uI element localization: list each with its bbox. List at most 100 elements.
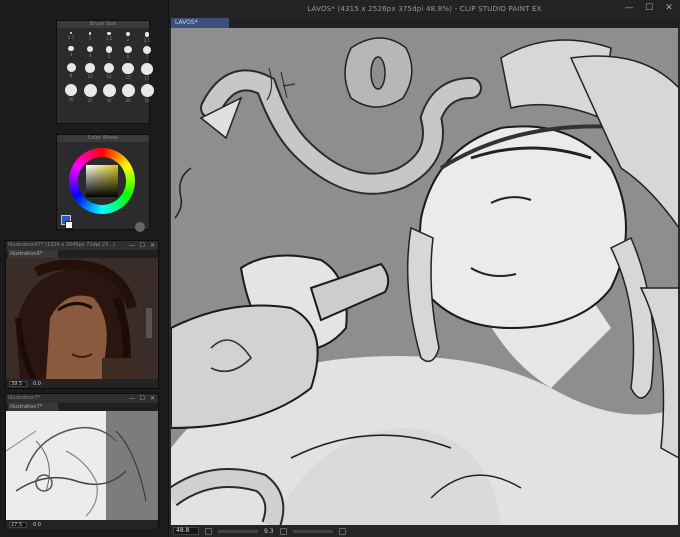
brush-dot-icon bbox=[124, 45, 132, 54]
brush-size-preset[interactable]: 50 bbox=[139, 83, 155, 103]
brush-size-label: 0.7 bbox=[67, 35, 75, 40]
sub-window-1-title-text: illustration67* (1314 x 2049px 72dpi 23.… bbox=[8, 242, 116, 248]
brush-dot-icon bbox=[103, 63, 115, 74]
brush-size-preset[interactable]: 25 bbox=[82, 83, 98, 103]
rotate-left-icon[interactable] bbox=[279, 527, 287, 535]
brush-size-preset[interactable]: 0.7 bbox=[63, 32, 79, 43]
close-button[interactable]: ✕ bbox=[150, 241, 155, 250]
brush-size-label: 15 bbox=[125, 75, 131, 81]
brush-size-preset[interactable]: 8 bbox=[63, 63, 79, 81]
brush-size-grid: 0.7 1 1.5 2 2.5 3 4 5 6 7 8 10 12 15 17 20 25 30 40 50 bbox=[57, 28, 154, 107]
sub1-rotate-value: 0.0 bbox=[33, 380, 41, 387]
transparent-color-icon[interactable] bbox=[135, 222, 145, 232]
tab-illustration7[interactable]: illustration7* bbox=[8, 403, 58, 411]
brush-size-preset[interactable]: 20 bbox=[63, 83, 79, 103]
sub-window-2-title-text: illustration7* bbox=[8, 395, 41, 401]
brush-size-preset[interactable]: 2 bbox=[120, 32, 136, 43]
brush-size-header: Brush Size bbox=[57, 21, 149, 28]
sketch-artwork bbox=[6, 411, 158, 520]
brush-dot-icon bbox=[70, 32, 72, 34]
brush-size-label: 6 bbox=[126, 54, 130, 60]
sub-window-2-title: illustration7* — ☐ ✕ bbox=[6, 394, 158, 403]
brush-size-label: 7 bbox=[145, 55, 149, 61]
sub-window-1: illustration67* (1314 x 2049px 72dpi 23.… bbox=[5, 240, 159, 389]
brush-dot-icon bbox=[68, 45, 74, 52]
close-button[interactable]: ✕ bbox=[664, 3, 674, 14]
brush-size-preset[interactable]: 1 bbox=[82, 32, 98, 43]
brush-size-label: 10 bbox=[87, 73, 93, 79]
minimize-button[interactable]: — bbox=[129, 241, 135, 250]
rotate-slider[interactable] bbox=[292, 529, 333, 533]
brush-size-label: 2 bbox=[126, 37, 130, 43]
brush-dot-icon bbox=[64, 83, 78, 97]
brush-dot-icon bbox=[86, 45, 94, 52]
sub2-zoom-field[interactable]: 27.5 bbox=[9, 521, 27, 528]
brush-dot-icon bbox=[102, 83, 116, 97]
brush-size-preset[interactable]: 6 bbox=[120, 45, 136, 60]
colored-portrait-artwork bbox=[6, 258, 158, 379]
sub-window-2-status: 27.5 0.0 bbox=[6, 520, 158, 529]
brush-size-preset[interactable]: 1.5 bbox=[101, 32, 117, 43]
sub-window-2-canvas[interactable] bbox=[6, 411, 158, 520]
lineart-artwork bbox=[171, 28, 678, 525]
brush-dot-icon bbox=[88, 32, 92, 35]
sub-color-swatch[interactable] bbox=[65, 221, 73, 229]
brush-dot-icon bbox=[105, 45, 113, 53]
zoom-field[interactable]: 48.8 bbox=[173, 527, 199, 535]
brush-dot-icon bbox=[122, 63, 134, 75]
saturation-value-square[interactable] bbox=[86, 165, 118, 197]
brush-size-preset[interactable]: 7 bbox=[139, 45, 155, 61]
brush-size-label: 50 bbox=[144, 97, 150, 103]
color-wheel-panel: Color Wheel bbox=[56, 134, 150, 232]
brush-size-preset[interactable]: 4 bbox=[82, 45, 98, 60]
zoom-out-icon[interactable] bbox=[205, 527, 212, 535]
tab-illustration6[interactable]: illustration6* bbox=[8, 250, 58, 258]
brush-dot-icon bbox=[141, 63, 153, 75]
main-titlebar: LAVOS* (4315 x 2526px 375dpi 48.8%) - CL… bbox=[169, 0, 680, 18]
status-value: 9.3 bbox=[264, 527, 274, 535]
brush-size-preset[interactable]: 30 bbox=[101, 83, 117, 103]
brush-size-preset[interactable]: 15 bbox=[120, 63, 136, 81]
brush-dot-icon bbox=[107, 32, 111, 36]
brush-dot-icon bbox=[66, 63, 76, 73]
window-title: LAVOS* (4315 x 2526px 375dpi 48.8%) - CL… bbox=[307, 5, 542, 13]
sub-window-1-tabbar: illustration6* bbox=[6, 250, 158, 258]
brush-size-preset[interactable]: 12 bbox=[101, 63, 117, 81]
brush-dot-icon bbox=[142, 45, 152, 55]
brush-size-label: 30 bbox=[106, 97, 112, 103]
minimize-button[interactable]: — bbox=[624, 3, 634, 14]
sub1-zoom-field[interactable]: 39.5 bbox=[9, 380, 27, 387]
rotate-right-icon[interactable] bbox=[338, 527, 346, 535]
brush-size-preset[interactable]: 2.5 bbox=[139, 32, 155, 43]
main-canvas-window: LAVOS* (4315 x 2526px 375dpi 48.8%) - CL… bbox=[168, 0, 680, 537]
brush-dot-icon bbox=[140, 83, 154, 97]
brush-size-preset[interactable]: 5 bbox=[101, 45, 117, 60]
brush-size-label: 25 bbox=[87, 97, 93, 103]
desktop: Brush Size 0.7 1 1.5 2 2.5 3 4 5 6 7 8 10 12 15 17 20 25… bbox=[0, 0, 680, 537]
brush-size-preset[interactable]: 10 bbox=[82, 63, 98, 81]
brush-size-label: 5 bbox=[107, 53, 111, 59]
sub-window-1-title: illustration67* (1314 x 2049px 72dpi 23.… bbox=[6, 241, 158, 250]
brush-dot-icon bbox=[85, 63, 95, 73]
maximize-button[interactable]: ☐ bbox=[140, 241, 145, 250]
brush-size-label: 40 bbox=[125, 97, 131, 103]
maximize-button[interactable]: ☐ bbox=[644, 3, 654, 14]
close-button[interactable]: ✕ bbox=[150, 394, 155, 403]
brush-size-preset[interactable]: 40 bbox=[120, 83, 136, 103]
brush-size-label: 17 bbox=[144, 75, 150, 81]
brush-dot-icon bbox=[121, 83, 135, 97]
brush-size-label: 3 bbox=[69, 52, 73, 58]
maximize-button[interactable]: ☐ bbox=[140, 394, 145, 403]
zoom-slider[interactable] bbox=[218, 529, 258, 533]
drawing-canvas[interactable] bbox=[171, 28, 678, 525]
brush-size-preset[interactable]: 17 bbox=[139, 63, 155, 81]
brush-size-label: 8 bbox=[69, 73, 73, 79]
brush-size-preset[interactable]: 3 bbox=[63, 45, 79, 60]
sub-window-1-canvas[interactable] bbox=[6, 258, 158, 379]
sub2-rotate-value: 0.0 bbox=[33, 521, 41, 528]
brush-dot-icon bbox=[83, 83, 97, 97]
tab-lavos[interactable]: LAVOS* bbox=[171, 18, 229, 28]
main-tabbar: LAVOS* bbox=[169, 18, 680, 28]
color-wheel-header: Color Wheel bbox=[57, 135, 149, 142]
minimize-button[interactable]: — bbox=[129, 394, 135, 403]
